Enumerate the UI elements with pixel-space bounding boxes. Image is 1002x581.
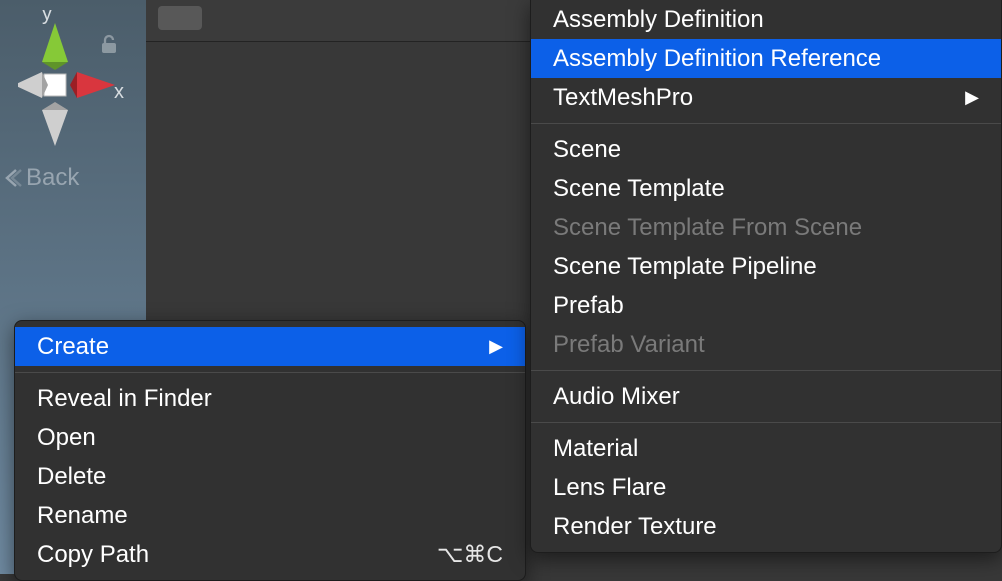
menu-item-label: Render Texture (553, 513, 717, 541)
menu-item-label: Copy Path (37, 541, 149, 569)
create-submenu-item-scene-template-from-scene: Scene Template From Scene (531, 208, 1001, 247)
back-arrow-icon (4, 167, 22, 189)
create-submenu-item-prefab[interactable]: Prefab (531, 286, 1001, 325)
create-submenu-separator (531, 422, 1001, 423)
create-submenu-item-scene[interactable]: Scene (531, 130, 1001, 169)
menu-item-label: Delete (37, 463, 106, 491)
menu-item-label: Lens Flare (553, 474, 666, 502)
create-submenu-item-audio-mixer[interactable]: Audio Mixer (531, 377, 1001, 416)
context-menu-item-open[interactable]: Open (15, 418, 525, 457)
panel-toolbar (146, 0, 541, 42)
context-menu-item-create[interactable]: Create ▶ (15, 327, 525, 366)
menu-item-label: Audio Mixer (553, 383, 680, 411)
create-submenu-item-prefab-variant: Prefab Variant (531, 325, 1001, 364)
menu-item-label: Prefab Variant (553, 331, 705, 359)
menu-item-label: Assembly Definition Reference (553, 45, 881, 73)
create-submenu-item-assembly-definition-reference[interactable]: Assembly Definition Reference (531, 39, 1001, 78)
context-menu-separator (15, 372, 525, 373)
create-submenu[interactable]: Assembly Definition Assembly Definition R… (530, 0, 1002, 553)
asset-context-menu[interactable]: Create ▶ Reveal in Finder Open Delete Rename C… (14, 320, 526, 581)
back-button[interactable]: Back (4, 164, 79, 192)
menu-item-label: Scene Template (553, 175, 725, 203)
create-submenu-item-textmeshpro[interactable]: TextMeshPro ▶ (531, 78, 1001, 117)
context-menu-item-reveal-in-finder[interactable]: Reveal in Finder (15, 379, 525, 418)
menu-item-label: Open (37, 424, 96, 452)
menu-item-label: Prefab (553, 292, 624, 320)
menu-item-label: Scene (553, 136, 621, 164)
create-submenu-item-scene-template-pipeline[interactable]: Scene Template Pipeline (531, 247, 1001, 286)
svg-text:x: x (114, 81, 124, 103)
submenu-arrow-icon: ▶ (489, 336, 503, 357)
menu-item-label: TextMeshPro (553, 84, 693, 112)
menu-item-label: Scene Template From Scene (553, 214, 862, 242)
create-submenu-item-render-texture[interactable]: Render Texture (531, 507, 1001, 546)
menu-item-label: Material (553, 435, 638, 463)
menu-item-label: Scene Template Pipeline (553, 253, 817, 281)
create-submenu-item-scene-template[interactable]: Scene Template (531, 169, 1001, 208)
orientation-gizmo[interactable]: y x (18, 10, 128, 150)
create-submenu-item-lens-flare[interactable]: Lens Flare (531, 468, 1001, 507)
menu-item-shortcut: ⌥⌘C (437, 541, 503, 568)
create-submenu-item-material[interactable]: Material (531, 429, 1001, 468)
submenu-arrow-icon: ▶ (965, 87, 979, 108)
create-submenu-item-assembly-definition[interactable]: Assembly Definition (531, 0, 1001, 39)
menu-item-label: Rename (37, 502, 128, 530)
menu-item-label: Assembly Definition (553, 6, 764, 34)
create-submenu-separator (531, 123, 1001, 124)
context-menu-item-rename[interactable]: Rename (15, 496, 525, 535)
menu-item-label: Reveal in Finder (37, 385, 212, 413)
menu-item-label: Create (37, 333, 109, 361)
create-submenu-separator (531, 370, 1001, 371)
context-menu-item-copy-path[interactable]: Copy Path ⌥⌘C (15, 535, 525, 574)
toolbar-button[interactable] (158, 6, 202, 30)
svg-text:y: y (42, 10, 52, 25)
back-label: Back (26, 164, 79, 192)
lock-icon (100, 34, 118, 59)
context-menu-item-delete[interactable]: Delete (15, 457, 525, 496)
